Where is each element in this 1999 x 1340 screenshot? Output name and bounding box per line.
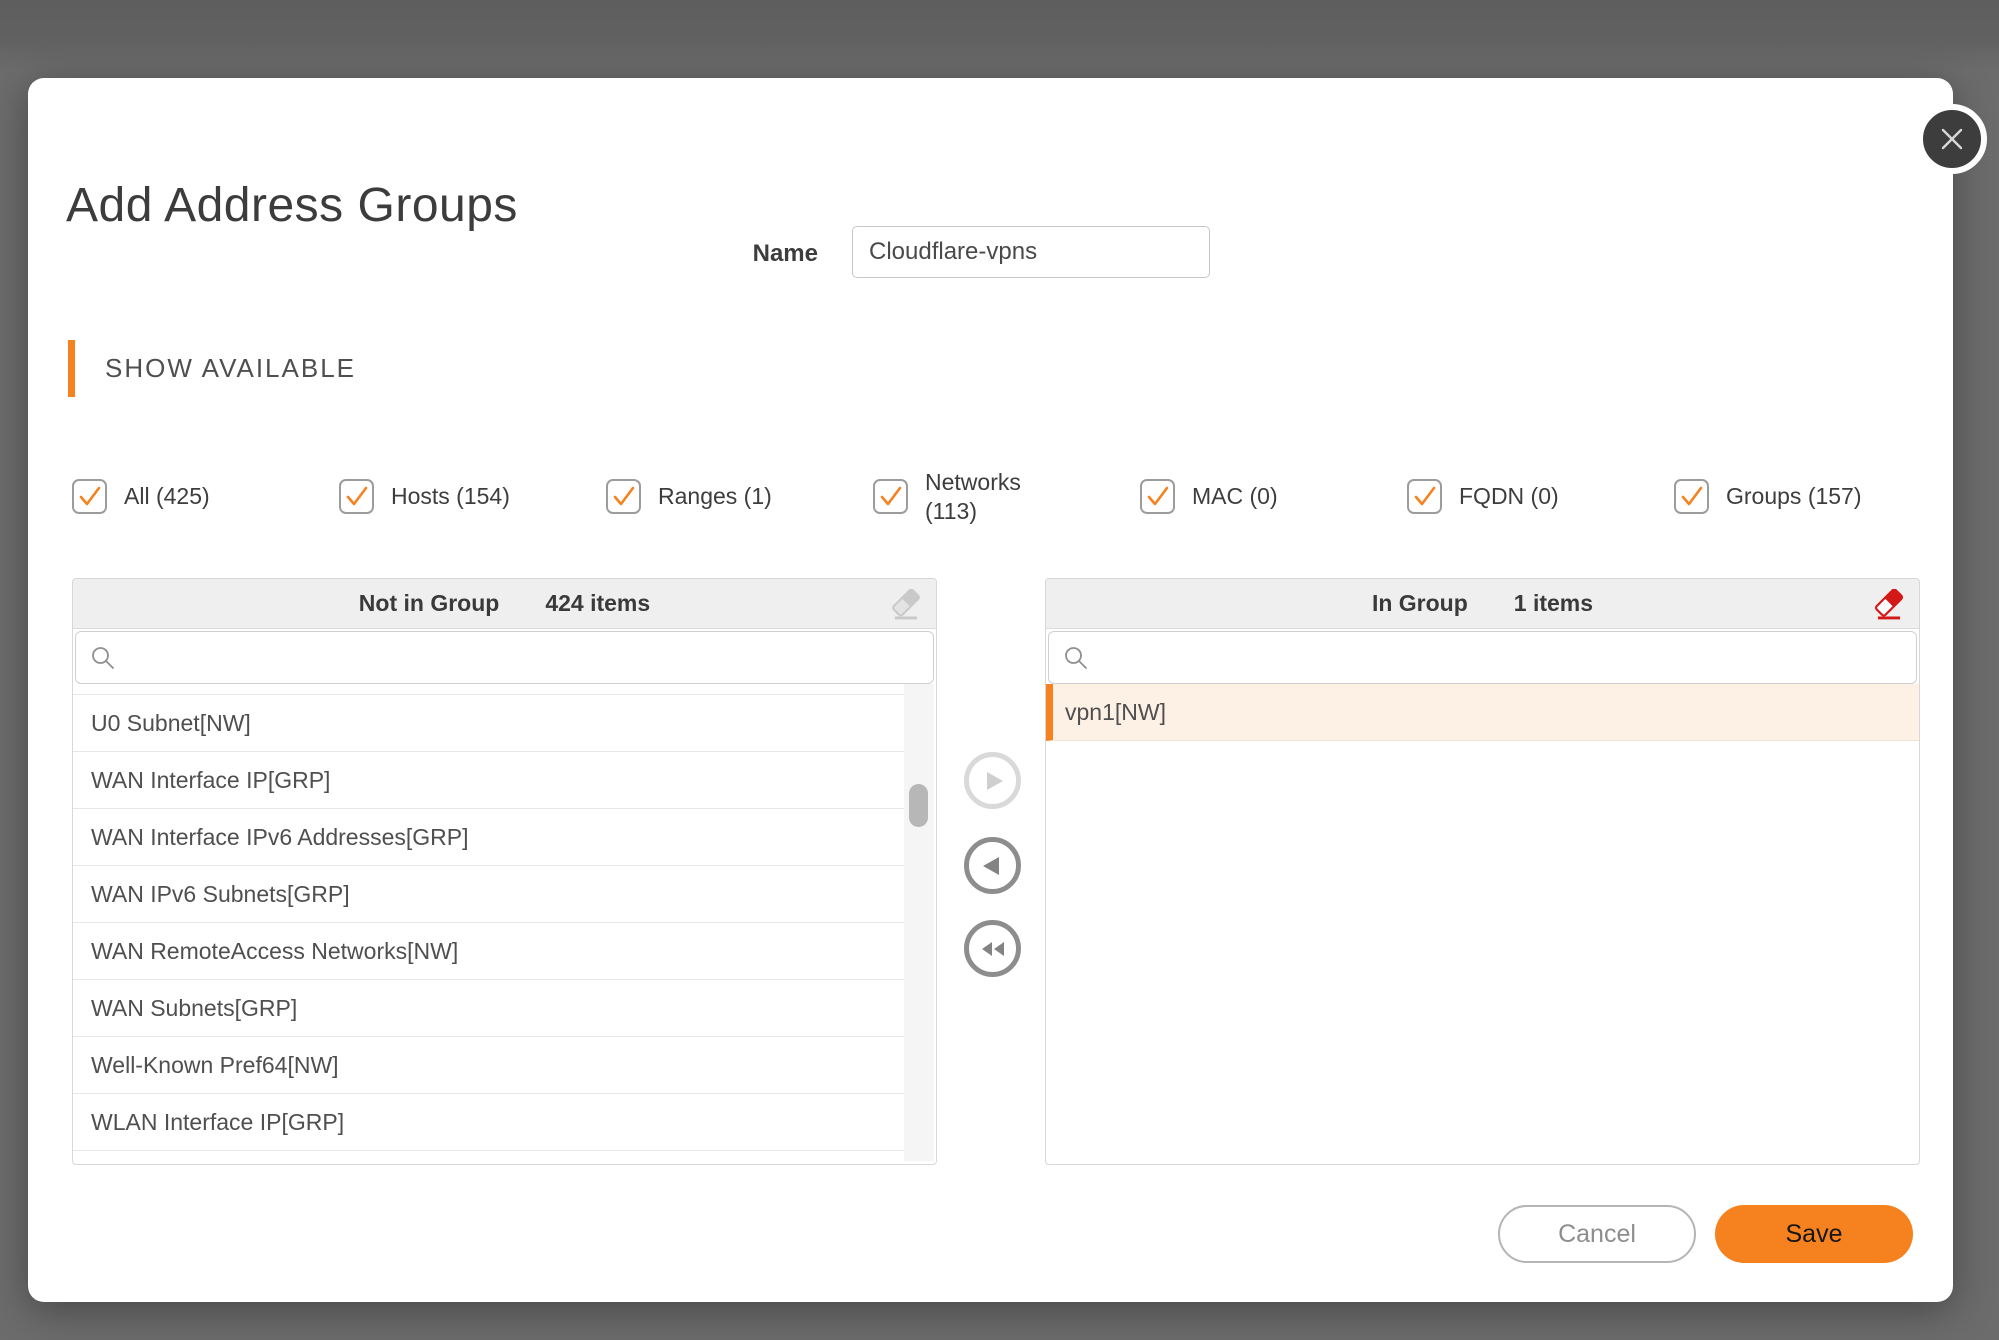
filter-label: FQDN (0) — [1459, 482, 1559, 511]
not-in-group-panel: Not in Group 424 items — [72, 578, 937, 1165]
panel-count: 424 items — [545, 590, 650, 617]
filter-mac-checkbox[interactable] — [1140, 479, 1175, 514]
filter-networks-checkbox[interactable] — [873, 479, 908, 514]
filter-groups: Groups (157) — [1674, 479, 1941, 514]
move-all-left-button[interactable] — [964, 920, 1021, 977]
in-group-panel: In Group 1 items — [1045, 578, 1920, 1165]
save-button[interactable]: Save — [1715, 1205, 1913, 1263]
filter-hosts: Hosts (154) — [339, 479, 606, 514]
left-search-box — [75, 631, 934, 684]
arrow-right-icon — [978, 766, 1008, 796]
filter-networks: Networks (113) — [873, 468, 1140, 526]
list-item[interactable]: U0 Subnet[NW] — [73, 695, 906, 752]
partial-row — [73, 684, 906, 695]
filter-label: MAC (0) — [1192, 482, 1278, 511]
list-item[interactable]: WLAN Interface IP[GRP] — [73, 1094, 906, 1151]
not-in-group-header: Not in Group 424 items — [73, 579, 936, 629]
close-icon — [1937, 124, 1967, 154]
not-in-group-list: U0 Subnet[NW] WAN Interface IP[GRP] WAN … — [73, 684, 936, 1163]
move-right-button[interactable] — [964, 752, 1021, 809]
filter-label: Groups (157) — [1726, 482, 1862, 511]
list-item[interactable]: WAN Interface IP[GRP] — [73, 752, 906, 809]
in-group-list: vpn1[NW] — [1046, 684, 1919, 1163]
accent-bar — [68, 340, 75, 397]
filter-all-checkbox[interactable] — [72, 479, 107, 514]
filter-ranges: Ranges (1) — [606, 479, 873, 514]
eraser-icon-red — [1874, 589, 1904, 621]
scrollbar-thumb[interactable] — [909, 784, 928, 827]
clear-right-button[interactable] — [1873, 588, 1905, 622]
list-item[interactable]: WAN IPv6 Subnets[GRP] — [73, 866, 906, 923]
clear-left-button[interactable] — [890, 588, 922, 622]
panel-title: Not in Group — [359, 590, 500, 617]
search-icon — [90, 645, 116, 671]
list-item[interactable]: WAN RemoteAccess Networks[NW] — [73, 923, 906, 980]
add-address-groups-dialog: Add Address Groups Name SHOW AVAILABLE A… — [28, 78, 1953, 1302]
filter-groups-checkbox[interactable] — [1674, 479, 1709, 514]
double-arrow-left-icon — [978, 934, 1008, 964]
dialog-title: Add Address Groups — [66, 178, 518, 233]
list-item[interactable]: Well-Known Pref64[NW] — [73, 1037, 906, 1094]
show-available-label: SHOW AVAILABLE — [105, 353, 356, 384]
eraser-icon — [891, 589, 921, 621]
filter-label: All (425) — [124, 482, 210, 511]
show-available-section: SHOW AVAILABLE — [68, 340, 356, 397]
left-search-input[interactable] — [126, 644, 919, 671]
filter-row: All (425) Hosts (154) Ranges (1) Network… — [72, 468, 1952, 526]
name-input[interactable] — [852, 226, 1210, 278]
list-item-selected[interactable]: vpn1[NW] — [1046, 684, 1919, 741]
filter-hosts-checkbox[interactable] — [339, 479, 374, 514]
filter-fqdn: FQDN (0) — [1407, 479, 1674, 514]
filter-mac: MAC (0) — [1140, 479, 1407, 514]
panel-title: In Group — [1372, 590, 1468, 617]
filter-all: All (425) — [72, 479, 339, 514]
search-icon — [1063, 645, 1089, 671]
left-list-scrollbar[interactable] — [904, 684, 934, 1161]
filter-ranges-checkbox[interactable] — [606, 479, 641, 514]
filter-label: Networks (113) — [925, 468, 1045, 526]
arrow-left-icon — [978, 851, 1008, 881]
right-search-box — [1048, 631, 1917, 684]
right-search-input[interactable] — [1099, 644, 1902, 671]
list-item[interactable]: WAN Subnets[GRP] — [73, 980, 906, 1037]
filter-fqdn-checkbox[interactable] — [1407, 479, 1442, 514]
right-search-area — [1046, 629, 1919, 684]
filter-label: Hosts (154) — [391, 482, 510, 511]
left-search-area — [73, 629, 936, 684]
in-group-header: In Group 1 items — [1046, 579, 1919, 629]
panel-count: 1 items — [1514, 590, 1593, 617]
filter-label: Ranges (1) — [658, 482, 772, 511]
cancel-button[interactable]: Cancel — [1498, 1205, 1696, 1263]
close-button[interactable] — [1917, 104, 1987, 174]
list-item[interactable]: WAN Interface IPv6 Addresses[GRP] — [73, 809, 906, 866]
move-left-button[interactable] — [964, 837, 1021, 894]
name-label: Name — [668, 240, 818, 268]
